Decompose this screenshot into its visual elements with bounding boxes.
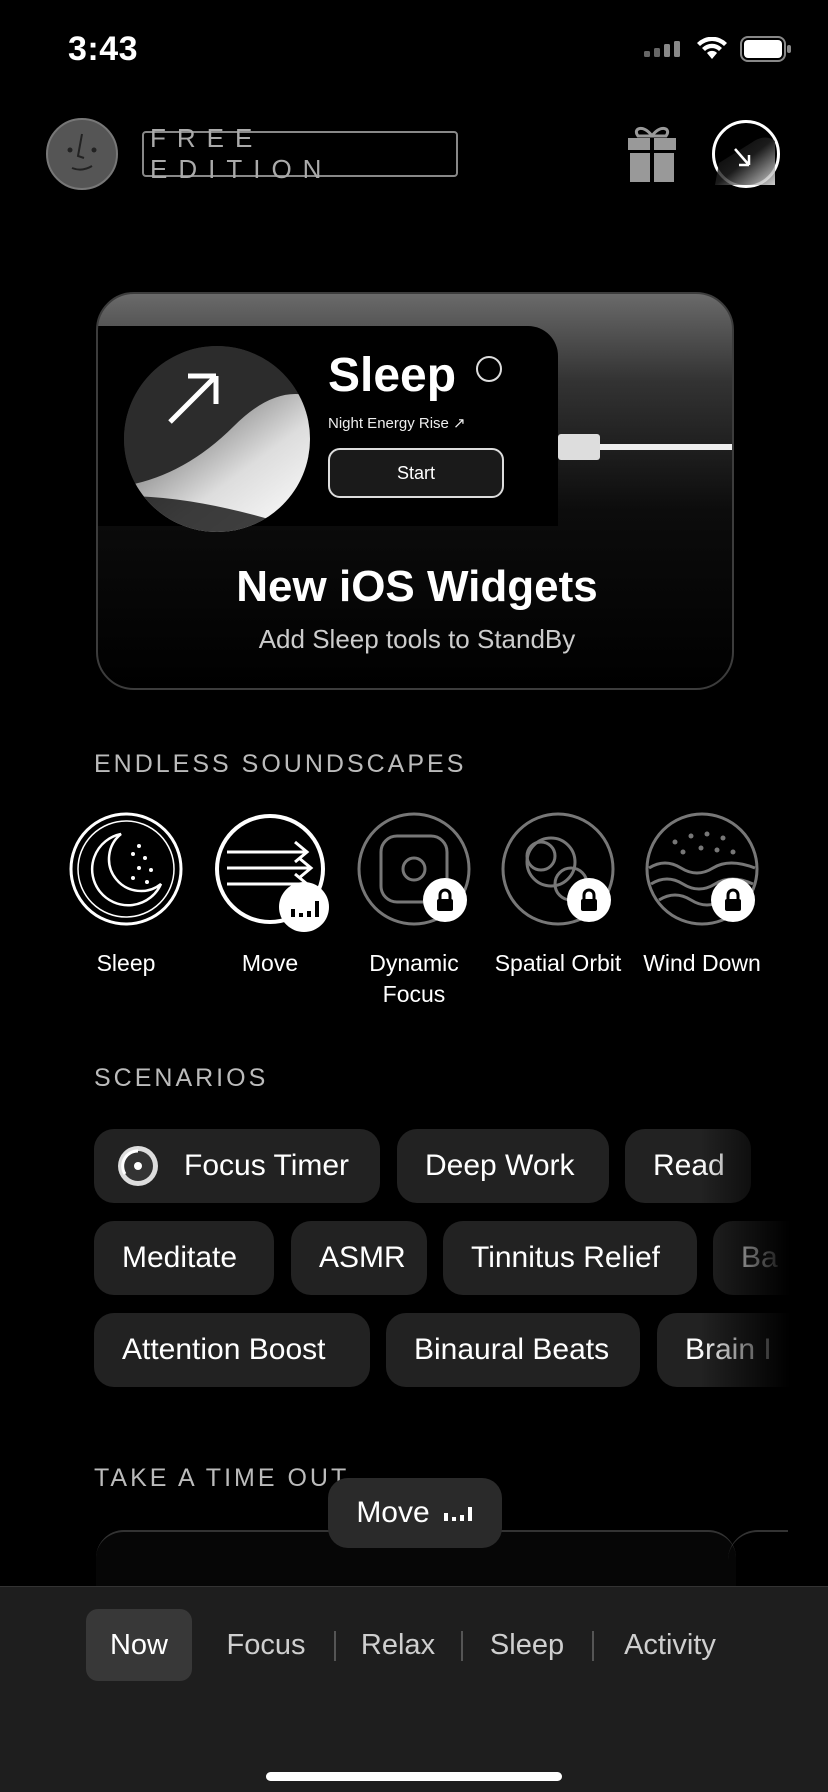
top-header: FREE EDITION (0, 118, 828, 190)
face-icon (67, 133, 97, 171)
status-bar: 3:43 (0, 0, 828, 100)
scenario-chip-label: Focus Timer (184, 1149, 350, 1182)
soundscape-dynamic-focus[interactable]: Dynamic Focus (344, 812, 484, 1010)
scenario-chip-label: ASMR (319, 1241, 406, 1274)
scenario-chip-binaural-beats[interactable]: Binaural Beats (386, 1313, 640, 1387)
scenario-chip-label: Ba (741, 1241, 778, 1274)
timer-icon (118, 1146, 158, 1186)
dynamic-focus-icon (357, 812, 471, 926)
timeout-title: TAKE A TIME OUT (94, 1464, 350, 1492)
lock-icon (423, 878, 467, 922)
soundscape-label: Sleep (96, 950, 156, 976)
tab-activity[interactable]: Activity (608, 1609, 732, 1681)
now-playing-label: Move (356, 1496, 430, 1529)
widgets-promo-card[interactable]: Sleep Night Energy Rise ↗ Start New iOS … (96, 292, 734, 690)
tab-sleep[interactable]: Sleep (476, 1609, 578, 1681)
widget-title: Sleep (328, 349, 457, 402)
scenario-chip-label: Tinnitus Relief (471, 1241, 660, 1274)
scenario-chip-label: Meditate (122, 1241, 238, 1274)
cellular-signal-icon (644, 41, 680, 57)
scenario-chip-label: Read (653, 1149, 725, 1182)
soundscape-move[interactable]: Move (200, 812, 340, 979)
widget-preview: Sleep Night Energy Rise ↗ Start (98, 326, 558, 532)
playing-bars-icon (443, 1507, 472, 1521)
scenario-chip-tinnitus-relief[interactable]: Tinnitus Relief (443, 1221, 697, 1295)
arrows-flow-icon (213, 812, 329, 932)
scenario-chip-label: Binaural Beats (414, 1333, 610, 1366)
scenarios-title: SCENARIOS (94, 1064, 269, 1092)
scenario-chip-asmr[interactable]: ASMR (291, 1221, 427, 1295)
scenario-chip-focus-timer[interactable]: Focus Timer (94, 1129, 380, 1203)
scenario-row-2: Meditate ASMR Tinnitus Relief Ba (94, 1221, 828, 1297)
scenario-row-1: Focus Timer Deep Work Read (94, 1129, 828, 1205)
scenario-chip-meditate[interactable]: Meditate (94, 1221, 274, 1295)
timeout-card-next[interactable] (728, 1530, 788, 1590)
soundscape-spatial-orbit[interactable]: Spatial Orbit (488, 812, 628, 979)
tab-focus[interactable]: Focus (214, 1609, 318, 1681)
scenario-chip-read[interactable]: Read (625, 1129, 751, 1203)
gift-button[interactable] (624, 122, 680, 186)
profile-button[interactable] (712, 120, 780, 188)
promo-subtitle: Add Sleep tools to StandBy (258, 624, 576, 654)
tab-separator (461, 1631, 463, 1661)
playing-indicator-icon (279, 882, 329, 932)
arrow-up-right-icon (124, 346, 310, 532)
now-playing-pill[interactable]: Move (328, 1478, 502, 1548)
soundscape-sleep[interactable]: Sleep (56, 812, 196, 979)
charging-cable-icon (558, 434, 732, 460)
lock-icon (711, 878, 755, 922)
tab-relax[interactable]: Relax (350, 1609, 446, 1681)
widget-subtitle: Night Energy Rise ↗ (328, 415, 466, 432)
scenario-chip-label: Brain I (685, 1333, 772, 1366)
status-time: 3:43 (68, 30, 139, 68)
scenario-chip-deep-work[interactable]: Deep Work (397, 1129, 609, 1203)
scenario-chip-attention-boost[interactable]: Attention Boost (94, 1313, 370, 1387)
widget-artwork (124, 346, 310, 532)
scenario-chip-label: Attention Boost (122, 1333, 326, 1366)
soundscape-label: Dynamic Focus (369, 950, 459, 1007)
soundscape-label: Move (241, 950, 299, 976)
lock-icon (567, 878, 611, 922)
bottom-tab-bar: Now Focus Relax Sleep Activity (0, 1586, 828, 1792)
soundscapes-title: ENDLESS SOUNDSCAPES (94, 750, 467, 778)
endel-logo-icon (476, 356, 502, 382)
soundscapes-row: Sleep Move Dynamic Focus Spatial Orbit W… (56, 812, 776, 1012)
moon-stars-icon (69, 812, 183, 926)
promo-title: New iOS Widgets (236, 562, 598, 611)
arrow-down-right-icon (715, 137, 775, 185)
soundscape-label: Spatial Orbit (494, 950, 622, 976)
scenario-row-3: Attention Boost Binaural Beats Brain I (94, 1313, 828, 1389)
free-edition-badge[interactable]: FREE EDITION (142, 123, 458, 184)
orbit-icon (501, 812, 615, 926)
battery-icon (740, 36, 791, 62)
scenario-chip-partial[interactable]: Ba (713, 1221, 828, 1295)
waves-icon (645, 812, 759, 926)
home-indicator (266, 1772, 562, 1781)
status-icons (644, 36, 792, 62)
wifi-icon (697, 37, 727, 59)
widget-start-button[interactable]: Start (328, 448, 504, 498)
tab-now[interactable]: Now (86, 1609, 192, 1681)
gift-icon (628, 127, 676, 182)
mood-face-button[interactable] (46, 118, 118, 190)
soundscape-label: Wind Down (643, 950, 761, 976)
soundscape-wind-down[interactable]: Wind Down (632, 812, 772, 979)
scenario-chip-brain-partial[interactable]: Brain I (657, 1313, 828, 1387)
tab-separator (592, 1631, 594, 1661)
tab-separator (334, 1631, 336, 1661)
scenario-chip-label: Deep Work (425, 1149, 575, 1182)
